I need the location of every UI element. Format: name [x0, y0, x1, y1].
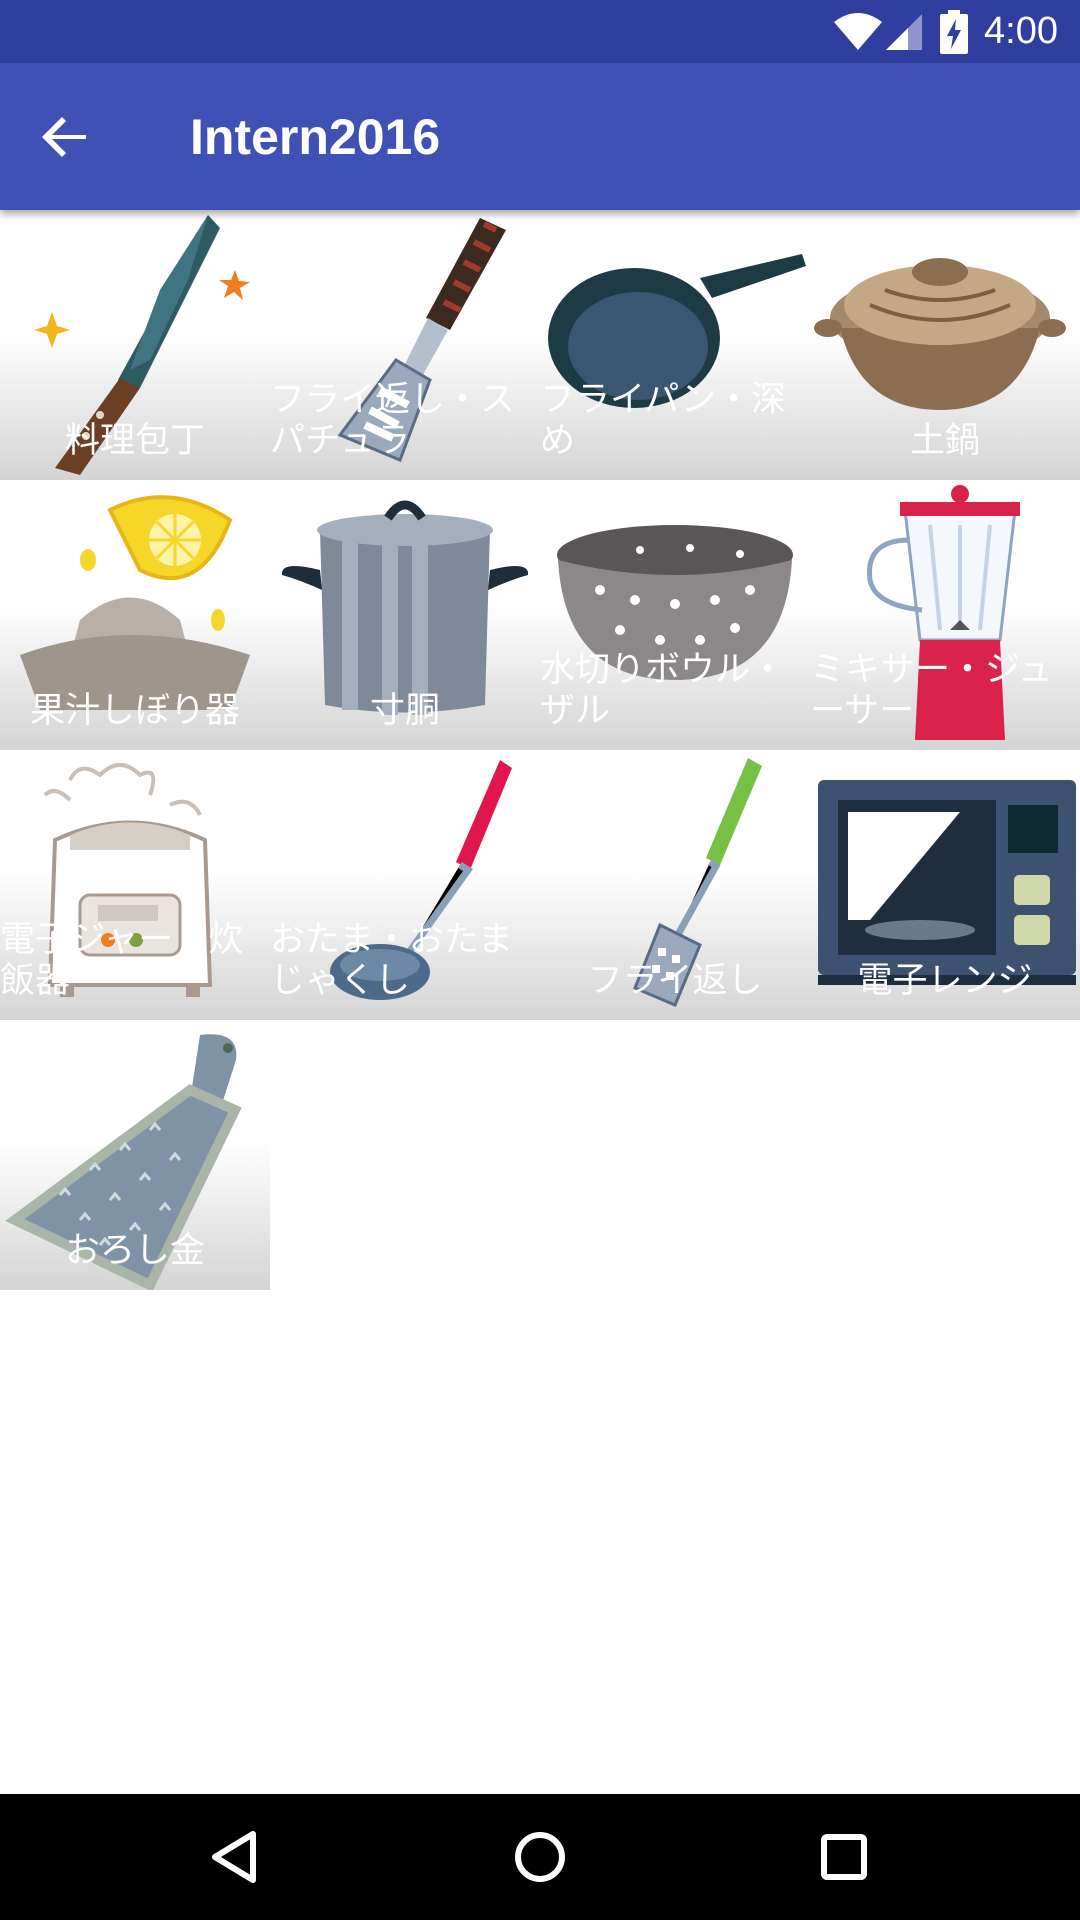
battery-charging-icon [940, 10, 968, 54]
grid-item[interactable]: 電子ジャー・炊飯器 [0, 750, 270, 1020]
grid-item[interactable]: フライパン・深め [540, 210, 810, 480]
item-label: 電子レンジ [857, 961, 1033, 1001]
grid-item[interactable]: フライ返し [540, 750, 810, 1020]
grid-item[interactable]: 寸胴 [270, 480, 540, 750]
grid-item[interactable]: 土鍋 [810, 210, 1080, 480]
item-label: 水切りボウル・ザル [540, 650, 786, 731]
item-label: 土鍋 [909, 421, 980, 461]
item-label: ミキサー・ジューサー [810, 650, 1053, 731]
page-title: Intern2016 [190, 109, 441, 165]
back-arrow-icon[interactable] [30, 102, 100, 172]
grid-item[interactable]: おろし金 [0, 1020, 270, 1290]
wifi-icon [834, 13, 882, 50]
item-label: フライパン・深め [540, 380, 787, 461]
grid-item[interactable]: 料理包丁 [0, 210, 270, 480]
item-label: おろし金 [64, 1231, 205, 1271]
grid-item[interactable]: 果汁しぼり器 [0, 480, 270, 750]
grid-item[interactable]: 電子レンジ [810, 750, 1080, 1020]
item-label: フライ返し・スパチュラ [270, 380, 516, 461]
grid-item[interactable]: 水切りボウル・ザル [540, 480, 810, 750]
item-label: 果汁しぼり器 [29, 691, 240, 731]
home-circle-icon[interactable] [505, 1822, 575, 1892]
status-bar: 4:00 [0, 0, 1080, 63]
navigation-bar [0, 1794, 1080, 1920]
item-label: 料理包丁 [64, 421, 205, 461]
grid-item[interactable]: おたま・おたまじゃくし [270, 750, 540, 1020]
item-label: 寸胴 [369, 691, 440, 731]
item-label: 電子ジャー・炊飯器 [0, 920, 244, 1001]
signal-icon [886, 14, 922, 50]
back-triangle-icon[interactable] [201, 1822, 271, 1892]
recents-square-icon[interactable] [809, 1822, 879, 1892]
item-label: フライ返し [587, 961, 763, 1001]
grid-item[interactable]: フライ返し・スパチュラ [270, 210, 540, 480]
status-time: 4:00 [984, 10, 1058, 52]
app-bar: Intern2016 [0, 63, 1080, 210]
grid-item[interactable]: ミキサー・ジューサー [810, 480, 1080, 750]
item-label: おたま・おたまじゃくし [270, 920, 513, 1001]
